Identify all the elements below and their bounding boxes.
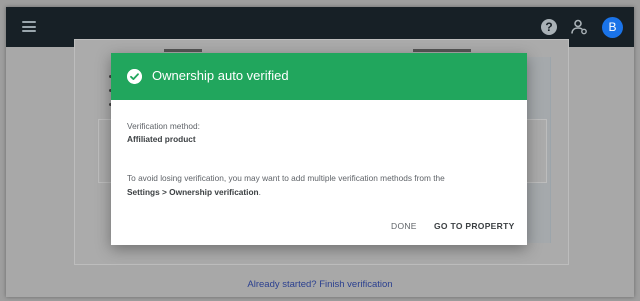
method-value: Affiliated product	[127, 134, 196, 144]
info-paragraph: To avoid losing verification, you may wa…	[127, 171, 517, 199]
dialog-title: Ownership auto verified	[152, 68, 289, 83]
avatar[interactable]: B	[602, 17, 623, 38]
verification-method-section: Verification method: Affiliated product	[127, 120, 507, 146]
manage-users-icon[interactable]	[571, 19, 588, 35]
background-text-fragment	[164, 49, 202, 52]
info-suffix: .	[258, 187, 261, 197]
ownership-dialog: Ownership auto verified Verification met…	[111, 53, 527, 245]
menu-icon[interactable]	[22, 21, 36, 32]
dialog-actions: DONE GO TO PROPERTY	[111, 216, 527, 236]
dialog-header: Ownership auto verified	[111, 53, 527, 100]
method-label: Verification method:	[127, 121, 200, 131]
app-window: ? B Already started? Finish verification…	[6, 7, 634, 297]
help-icon[interactable]: ?	[541, 19, 557, 35]
info-text: To avoid losing verification, you may wa…	[127, 173, 445, 183]
go-to-property-button[interactable]: GO TO PROPERTY	[434, 216, 515, 236]
finish-verification-link[interactable]: Already started? Finish verification	[6, 279, 634, 290]
settings-path: Settings > Ownership verification	[127, 187, 259, 197]
done-button[interactable]: DONE	[391, 216, 417, 236]
background-text-fragment	[413, 49, 471, 52]
check-circle-icon	[127, 69, 142, 84]
